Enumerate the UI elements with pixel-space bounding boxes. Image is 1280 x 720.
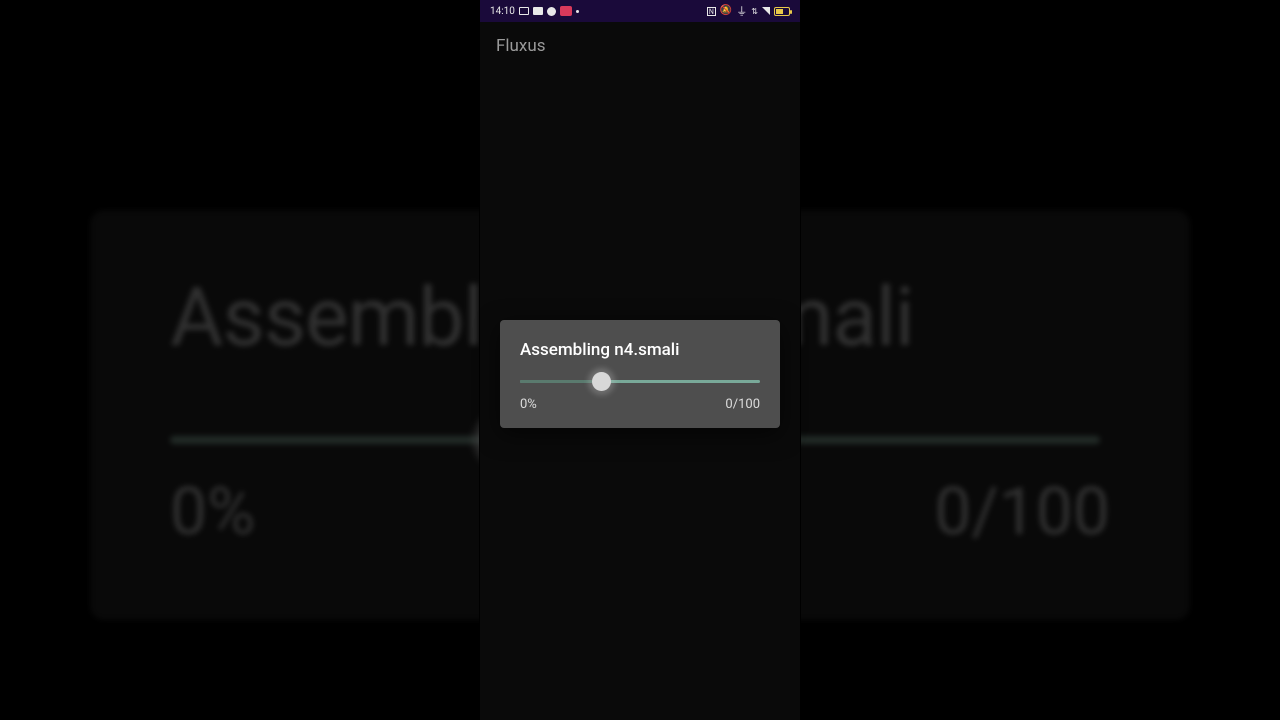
status-right: N 🔕 ⏚ ⇅ <box>707 6 790 17</box>
signal-icon <box>762 7 770 15</box>
progress-count-label: 0/100 <box>725 397 760 412</box>
status-time: 14:10 <box>490 6 515 17</box>
app-title: Fluxus <box>480 22 800 70</box>
background-count-label: 0/100 <box>934 474 1110 551</box>
android-status-bar: 14:10 N 🔕 ⏚ ⇅ <box>480 0 800 22</box>
wifi-icon: ⏚ <box>736 6 747 17</box>
progress-track[interactable] <box>520 380 760 383</box>
background-percent-label: 0% <box>170 474 255 551</box>
mute-icon: 🔕 <box>720 6 732 16</box>
progress-fill <box>520 380 602 383</box>
progress-labels-row: 0% 0/100 <box>520 397 760 412</box>
progress-percent-label: 0% <box>520 397 537 412</box>
progress-dialog-title: Assembling n4.smali <box>520 340 760 360</box>
phone-frame: 14:10 N 🔕 ⏚ ⇅ Fluxus Assembling n4.smali… <box>480 0 800 720</box>
youtube-icon <box>533 7 543 15</box>
progress-thumb-icon[interactable] <box>592 372 611 391</box>
status-left: 14:10 <box>490 6 579 17</box>
mobile-data-icon: ⇅ <box>751 7 758 16</box>
progress-dialog: Assembling n4.smali 0% 0/100 <box>500 320 780 428</box>
reddit-icon <box>547 7 556 16</box>
battery-icon <box>774 7 790 16</box>
instagram-icon <box>560 6 572 16</box>
nfc-icon: N <box>707 7 716 16</box>
cast-icon <box>519 7 529 15</box>
more-notifications-icon <box>576 10 579 13</box>
